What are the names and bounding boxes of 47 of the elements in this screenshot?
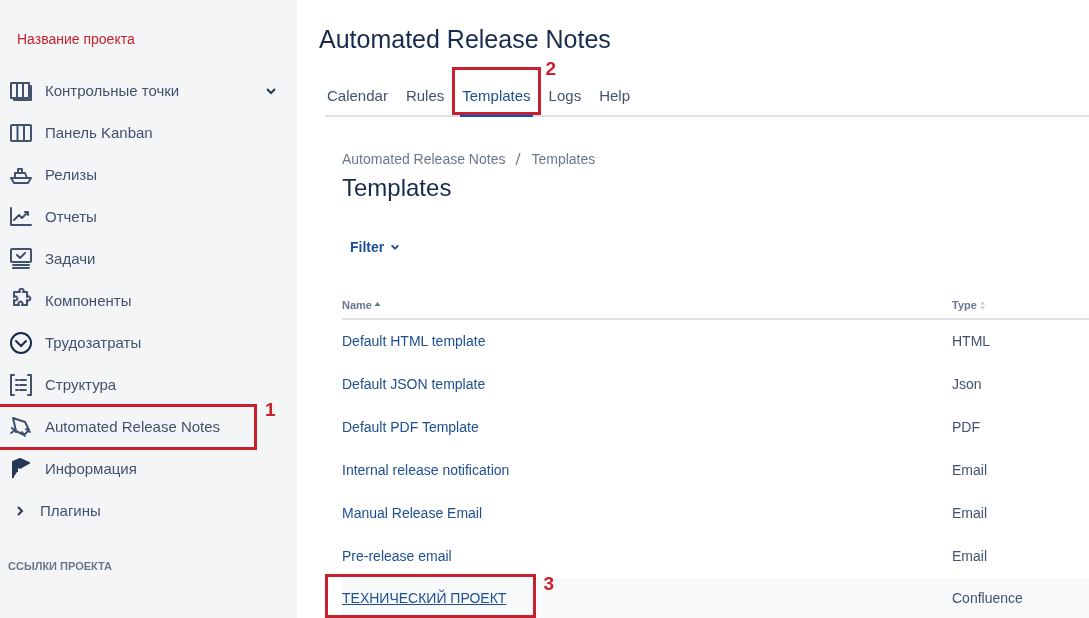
- slash-icon: [515, 152, 522, 166]
- table-cell: Confluence: [952, 590, 1023, 606]
- tab[interactable]: Rules: [403, 81, 447, 117]
- table-cell: Email: [952, 547, 987, 564]
- project-name[interactable]: Название проекта: [17, 29, 135, 50]
- filter-button[interactable]: Filter: [342, 232, 409, 262]
- annotation-number: 1: [265, 398, 276, 422]
- chevron-icon: [390, 242, 401, 252]
- section-heading: ССЫЛКИ ПРОЕКТА: [8, 559, 112, 574]
- template-link[interactable]: ТЕХНИЧЕСКИЙ ПРОЕКТ: [342, 588, 507, 609]
- table-cell: PDF: [952, 418, 980, 435]
- table-cell: Email: [952, 504, 987, 521]
- breadcrumb-link[interactable]: Templates: [531, 148, 596, 170]
- tab[interactable]: Help: [597, 81, 632, 117]
- template-link[interactable]: Default JSON template: [342, 375, 486, 392]
- column-header[interactable]: Name: [342, 297, 381, 314]
- sidebar-item[interactable]: Плагины: [0, 490, 297, 532]
- page-heading: Templates: [342, 173, 452, 203]
- list-icon: [8, 372, 34, 398]
- tab[interactable]: Templates: [460, 81, 533, 117]
- template-link[interactable]: Manual Release Email: [342, 504, 483, 521]
- table-cell: Json: [952, 375, 982, 392]
- column-header[interactable]: Type: [952, 297, 986, 314]
- page-title: Automated Release Notes: [319, 24, 611, 54]
- template-link[interactable]: Pre-release email: [342, 547, 452, 564]
- breadcrumb-link[interactable]: Automated Release Notes: [342, 148, 506, 170]
- template-link[interactable]: Default PDF Template: [342, 418, 479, 435]
- sidebar-item[interactable]: Отчеты: [0, 196, 297, 238]
- rocket-icon: [8, 414, 34, 440]
- table-cell: HTML: [952, 332, 991, 349]
- sidebar-item[interactable]: Компоненты: [0, 280, 297, 322]
- sidebar-item[interactable]: Automated Release Notes: [0, 406, 250, 448]
- sidebar-item[interactable]: Трудозатраты: [0, 322, 297, 364]
- annotation-number: 2: [545, 57, 557, 81]
- tab[interactable]: Calendar: [325, 81, 390, 117]
- table-cell: Email: [952, 461, 987, 478]
- template-link[interactable]: Internal release notification: [342, 461, 510, 478]
- clock-icon: [8, 330, 34, 356]
- sidebar-item[interactable]: Информация: [0, 448, 297, 490]
- sidebar-item[interactable]: Релизы: [0, 154, 297, 196]
- tab[interactable]: Logs: [546, 81, 584, 117]
- sidebar-item[interactable]: Панель Kanban: [0, 112, 297, 154]
- sidebar-item[interactable]: Контрольные точки: [0, 70, 297, 112]
- annotation-number: 3: [543, 572, 554, 596]
- sidebar-item[interactable]: Задачи: [0, 238, 297, 280]
- monitor-icon: [8, 246, 34, 272]
- template-link[interactable]: Default HTML template: [342, 332, 486, 349]
